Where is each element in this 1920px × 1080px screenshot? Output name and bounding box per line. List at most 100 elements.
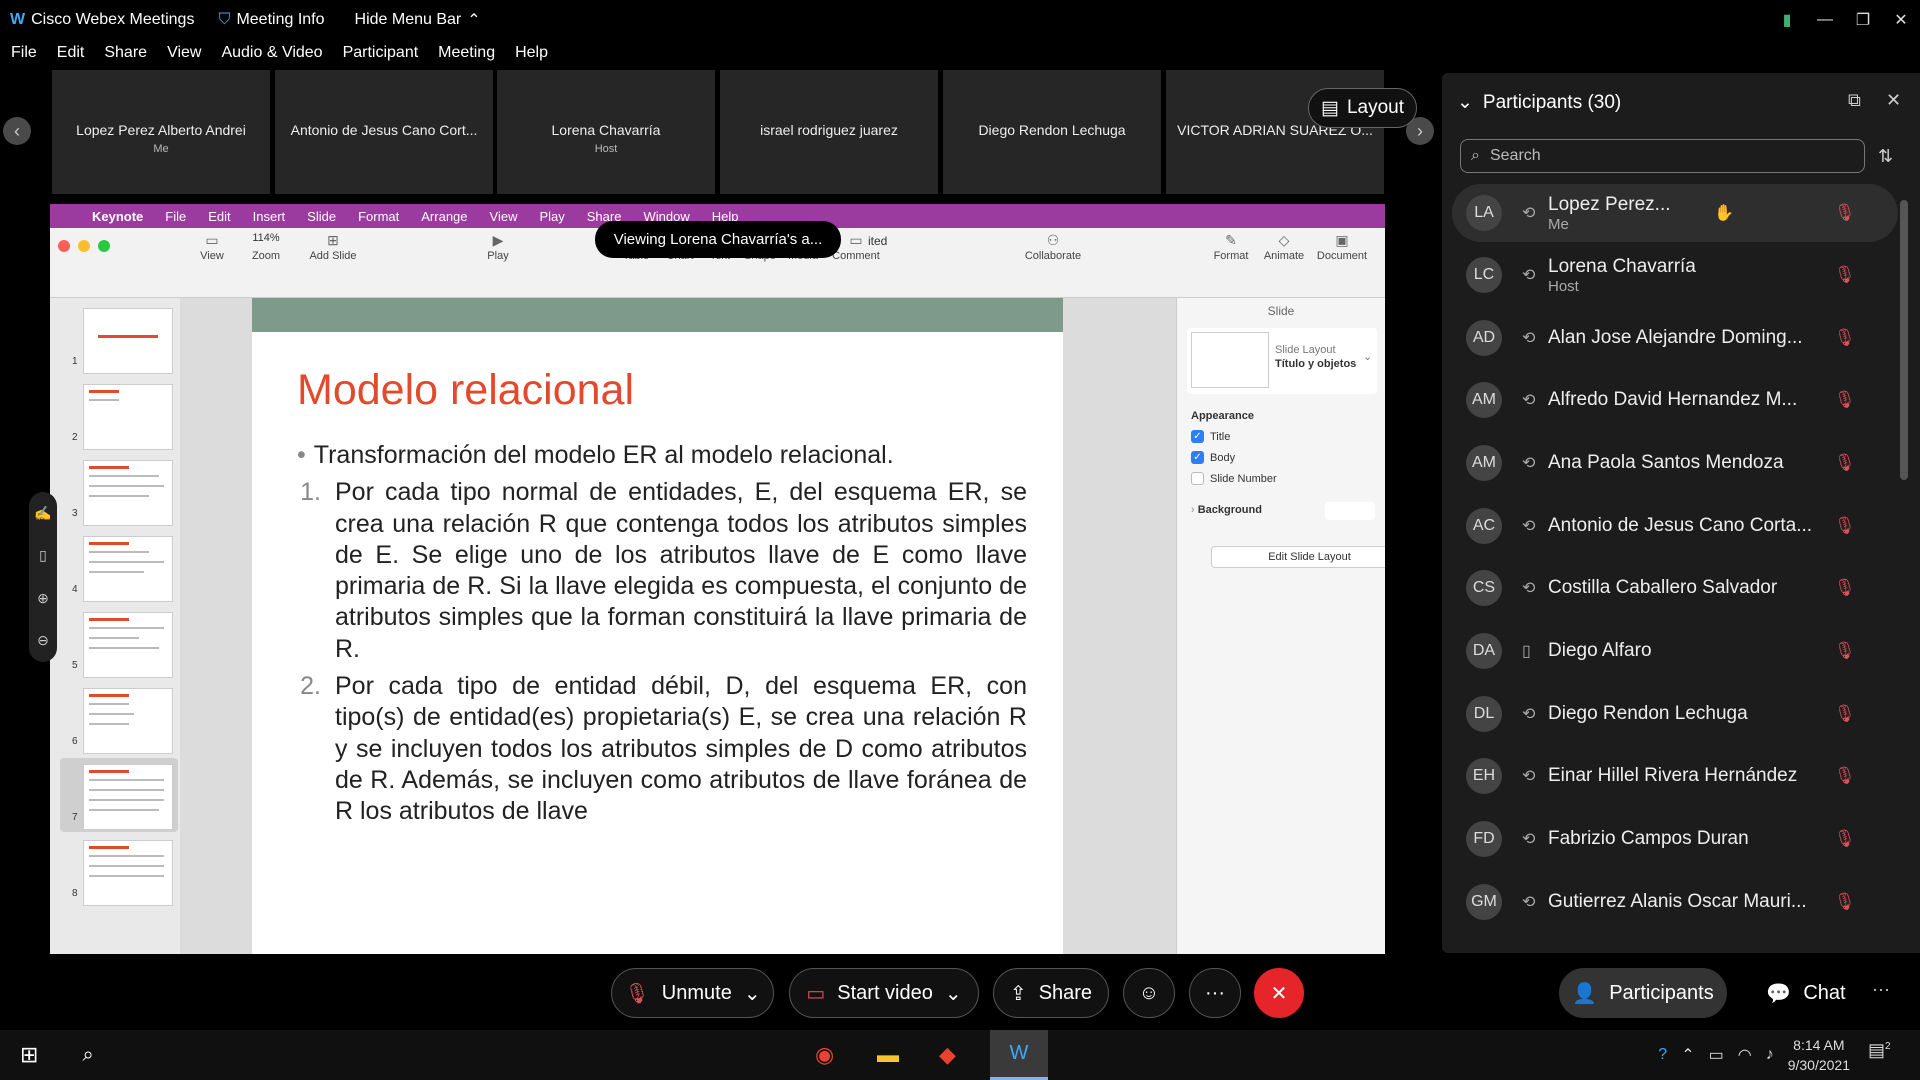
restore-icon[interactable]: ❐: [1844, 10, 1882, 30]
video-tile[interactable]: Antonio de Jesus Cano Cort...: [275, 70, 493, 194]
participant-row[interactable]: DA ▯ Diego Alfaro 🎙: [1452, 622, 1898, 680]
audio-sync-icon: ⟲: [1522, 831, 1536, 848]
shield-icon: ⛉: [218, 11, 231, 28]
toolbar-play: ▶ Play: [478, 232, 518, 262]
panel-more-icon[interactable]: ···: [1872, 979, 1890, 1000]
annotate-icon[interactable]: ✍: [34, 505, 51, 522]
participant-row[interactable]: LC ⟲ Lorena Chavarría Host 🎙: [1452, 246, 1898, 304]
menu-view[interactable]: View: [167, 44, 201, 68]
muted-mic-icon: 🎙: [624, 982, 650, 1005]
participants-scrollbar[interactable]: [1900, 200, 1908, 480]
participant-row[interactable]: GM ⟲ Gutierrez Alanis Oscar Mauri... 🎙: [1452, 873, 1898, 931]
reactions-icon: ☺: [1138, 981, 1160, 1004]
muted-mic-icon[interactable]: 🎙: [1834, 892, 1856, 912]
notifications-icon[interactable]: ▤2: [1868, 1040, 1891, 1061]
play-icon: ▶: [492, 232, 504, 248]
close-icon[interactable]: ✕: [1882, 10, 1920, 30]
mac-menu-item: Play: [539, 208, 565, 224]
participant-row[interactable]: AD ⟲ Alan Jose Alejandre Doming... 🎙: [1452, 309, 1898, 367]
muted-mic-icon[interactable]: 🎙: [1834, 265, 1856, 285]
meeting-info-button[interactable]: ⛉ Meeting Info: [218, 11, 324, 29]
battery-icon[interactable]: ▭: [1709, 1045, 1724, 1065]
erase-icon[interactable]: ▯: [39, 547, 47, 564]
windows-start-icon[interactable]: ⊞: [20, 1042, 38, 1068]
zoom-out-icon[interactable]: ⊖: [37, 632, 49, 649]
menu-edit[interactable]: Edit: [57, 44, 85, 68]
chrome-icon[interactable]: ◉: [815, 1042, 834, 1068]
menu-file[interactable]: File: [11, 44, 37, 68]
chevron-left-icon: ‹: [14, 120, 20, 141]
chat-button[interactable]: 💬 Chat: [1746, 968, 1866, 1018]
background-label: Background: [1197, 504, 1262, 516]
toolbar-add-slide: ⊞ Add Slide: [298, 232, 368, 262]
wifi-icon[interactable]: ◠: [1738, 1045, 1752, 1065]
video-tile[interactable]: israel rodriguez juarez: [720, 70, 938, 194]
slide-number: 2: [72, 432, 78, 443]
slide-bullet: • Transformación del modelo ER al modelo …: [297, 440, 1027, 471]
muted-mic-icon[interactable]: 🎙: [1834, 390, 1856, 410]
chevron-up-icon[interactable]: ⌃: [1681, 1045, 1694, 1065]
avatar: FD: [1466, 821, 1502, 857]
muted-mic-icon[interactable]: 🎙: [1834, 453, 1856, 473]
participant-row[interactable]: FD ⟲ Fabrizio Campos Duran 🎙: [1452, 810, 1898, 868]
muted-mic-icon[interactable]: 🎙: [1834, 328, 1856, 348]
title-bar: W Cisco Webex Meetings ⛉ Meeting Info Hi…: [0, 0, 1920, 40]
menu-participant[interactable]: Participant: [343, 44, 419, 68]
file-explorer-icon[interactable]: ▬: [877, 1042, 899, 1068]
muted-mic-icon[interactable]: 🎙: [1834, 766, 1856, 786]
collapse-chevron-icon[interactable]: ⌄: [1457, 91, 1473, 114]
participant-row[interactable]: CS ⟲ Costilla Caballero Salvador 🎙: [1452, 559, 1898, 617]
muted-mic-icon[interactable]: 🎙: [1834, 704, 1856, 724]
more-options-button[interactable]: ···: [1189, 968, 1241, 1018]
raise-hand-icon[interactable]: ✋: [1714, 203, 1734, 223]
video-tile[interactable]: Lorena Chavarría Host: [497, 70, 715, 194]
help-icon[interactable]: ?: [1658, 1046, 1667, 1064]
unmute-button[interactable]: 🎙 Unmute ⌄: [611, 968, 774, 1018]
reactions-button[interactable]: ☺: [1123, 968, 1175, 1018]
menu-meeting[interactable]: Meeting: [438, 44, 495, 68]
video-tile[interactable]: Lopez Perez Alberto Andrei Me: [52, 70, 270, 194]
menu-audio-video[interactable]: Audio & Video: [221, 44, 322, 68]
zoom-in-icon[interactable]: ⊕: [37, 590, 49, 607]
webex-taskbar-icon[interactable]: W: [990, 1030, 1048, 1080]
share-button[interactable]: ⇪ Share: [993, 968, 1109, 1018]
participant-row[interactable]: AM ⟲ Ana Paola Santos Mendoza 🎙: [1452, 434, 1898, 492]
close-panel-icon[interactable]: ✕: [1886, 90, 1901, 111]
participant-name: Fabrizio Campos Duran: [1548, 828, 1749, 849]
participant-row[interactable]: AC ⟲ Antonio de Jesus Cano Corta... 🎙: [1452, 497, 1898, 555]
participant-search-input[interactable]: ⌕ Search: [1460, 139, 1865, 173]
start-video-button[interactable]: ▭ Start video ⌄: [789, 968, 979, 1018]
muted-mic-icon[interactable]: 🎙: [1834, 641, 1856, 661]
clock[interactable]: 8:14 AM 9/30/2021: [1788, 1035, 1850, 1075]
popout-icon[interactable]: ⧉: [1848, 90, 1861, 111]
participant-row[interactable]: EH ⟲ Einar Hillel Rivera Hernández 🎙: [1452, 747, 1898, 805]
bullet-icon: •: [297, 441, 306, 469]
window-controls: ▮ — ❐ ✕: [1768, 0, 1920, 40]
muted-mic-icon[interactable]: 🎙: [1834, 203, 1856, 223]
muted-mic-icon[interactable]: 🎙: [1834, 516, 1856, 536]
layout-button[interactable]: ▤ Layout: [1308, 88, 1417, 128]
leave-meeting-button[interactable]: ✕: [1254, 968, 1304, 1018]
participant-name: Lopez Perez... Me: [1548, 194, 1671, 233]
hide-menu-bar-button[interactable]: Hide Menu Bar ⌃: [355, 10, 481, 30]
slide-body: • Transformación del modelo ER al modelo …: [297, 440, 1027, 828]
video-tile[interactable]: Diego Rendon Lechuga: [943, 70, 1161, 194]
volume-icon[interactable]: ♪: [1766, 1046, 1774, 1064]
app-diamond-icon[interactable]: ◆: [939, 1042, 956, 1068]
participant-row[interactable]: LA ⟲ Lopez Perez... Me ✋ 🎙: [1452, 184, 1898, 242]
audio-sync-icon: ⟲: [1522, 392, 1536, 409]
menu-share[interactable]: Share: [104, 44, 147, 68]
muted-mic-icon[interactable]: 🎙: [1834, 578, 1856, 598]
minimize-icon[interactable]: —: [1806, 11, 1844, 29]
signal-icon[interactable]: ▮: [1768, 10, 1806, 30]
sort-icon[interactable]: ⇅: [1878, 146, 1893, 167]
muted-mic-icon[interactable]: 🎙: [1834, 829, 1856, 849]
taskbar-search-icon[interactable]: ⌕: [82, 1044, 93, 1067]
participant-row[interactable]: AM ⟲ Alfredo David Hernandez M... 🎙: [1452, 371, 1898, 429]
participants-header: ⌄ Participants (30): [1457, 91, 1621, 114]
menu-help[interactable]: Help: [515, 44, 548, 68]
format-brush-icon: ✎: [1225, 232, 1237, 248]
participants-toggle-button[interactable]: 👤 Participants: [1559, 968, 1727, 1018]
participant-row[interactable]: DL ⟲ Diego Rendon Lechuga 🎙: [1452, 685, 1898, 743]
strip-prev-button[interactable]: ‹: [3, 117, 31, 145]
